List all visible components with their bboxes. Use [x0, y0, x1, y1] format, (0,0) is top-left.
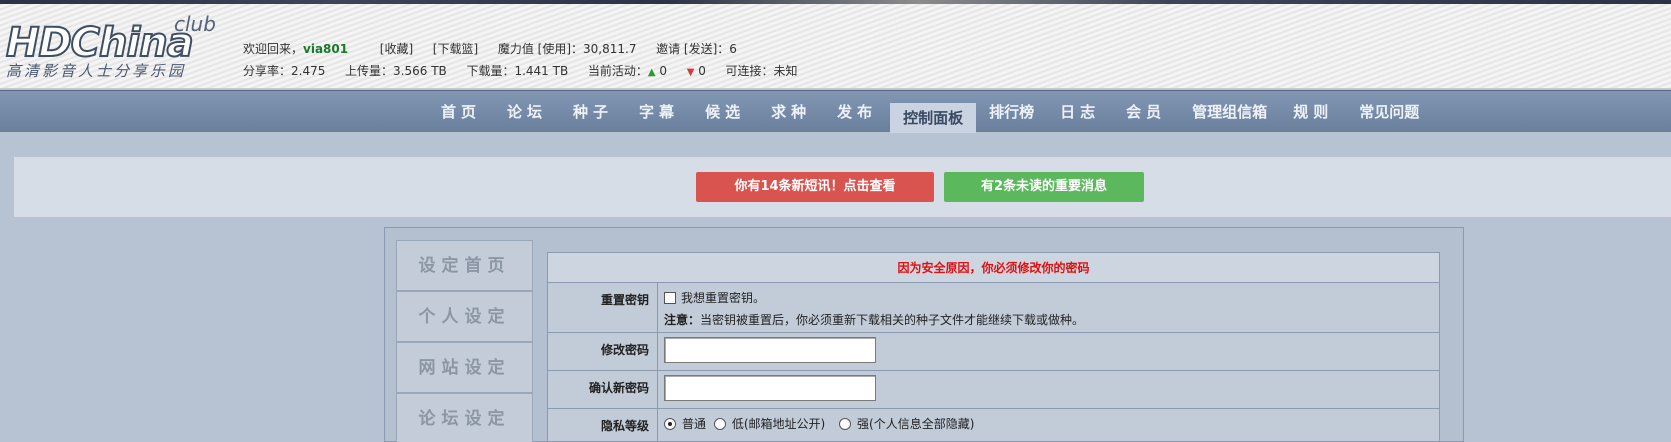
security-settings-form: 因为安全原因，你必须修改你的密码 重置密钥 我想重置密钥。 注意：当密钥被重置后… [547, 252, 1440, 442]
active-label: 当前活动： [587, 64, 648, 78]
nav-log[interactable]: 日志 [1047, 91, 1113, 133]
nav-control-panel[interactable]: 控制面板 [890, 103, 977, 133]
sidemenu-personal-settings[interactable]: 个人设定 [396, 291, 533, 342]
invite-value: 6 [729, 42, 737, 56]
new-password-input[interactable] [664, 337, 876, 363]
nav-upload[interactable]: 发布 [824, 91, 890, 133]
nav-requests[interactable]: 求种 [758, 91, 824, 133]
note-text: 当密钥被重置后，你必须重新下载相关的种子文件才能继续下载或做种。 [700, 313, 1085, 327]
control-panel: 设定首页 个人设定 网站设定 论坛设定 因为安全原因，你必须修改你的密码 重置密… [384, 227, 1464, 442]
nav-torrents[interactable]: 种子 [560, 91, 626, 133]
new-messages-button[interactable]: 你有14条新短讯！点击查看 [696, 172, 934, 202]
nav-home[interactable]: 首页 [428, 91, 494, 133]
reset-passkey-row: 重置密钥 我想重置密钥。 注意：当密钥被重置后，你必须重新下载相关的种子文件才能… [548, 283, 1439, 333]
reset-passkey-label: 重置密钥 [548, 283, 658, 332]
download-label: 下载量： [466, 64, 515, 78]
magic-label[interactable]: 魔力值 [使用]： [498, 42, 583, 56]
username-link[interactable]: via801 [303, 42, 348, 56]
confirm-password-content [658, 371, 1439, 408]
nav-rankings[interactable]: 排行榜 [976, 91, 1047, 133]
nav-forum[interactable]: 论坛 [494, 91, 560, 133]
nav-faq[interactable]: 常见问题 [1346, 91, 1432, 133]
confirm-password-label: 确认新密码 [548, 371, 658, 408]
sidemenu-forum-settings[interactable]: 论坛设定 [396, 393, 533, 442]
privacy-strong-label[interactable]: 强(个人信息全部隐藏) [857, 417, 974, 431]
notice-band: 你有14条新短讯！点击查看 有2条未读的重要消息 [14, 157, 1671, 217]
leeching-arrow-icon: ▼ [686, 67, 695, 78]
banner-strip [0, 0, 1671, 4]
leeching-count: 0 [698, 64, 706, 78]
reset-passkey-checkbox-label[interactable]: 我想重置密钥。 [681, 291, 765, 305]
logo-subtitle: 高清影音人士分享乐园 [6, 62, 187, 80]
reset-passkey-checkbox[interactable] [664, 292, 676, 304]
change-password-label: 修改密码 [548, 333, 658, 370]
favorites-link[interactable]: [收藏] [380, 42, 413, 56]
confirm-password-input[interactable] [664, 375, 876, 401]
user-stats-line: 分享率：2.475 上传量：3.566 TB 下载量：1.441 TB 当前活动… [243, 62, 798, 79]
magic-value: 30,811.7 [583, 42, 637, 56]
connectable-label: 可连接： [725, 64, 774, 78]
user-info-line: 欢迎回来，via801 [收藏] [下载篮] 魔力值 [使用]：30,811.7… [243, 40, 737, 57]
privacy-row: 隐私等级 普通 低(邮箱地址公开) 强(个人信息全部隐藏) [548, 409, 1439, 441]
logo-text: HDChina [5, 20, 195, 66]
sidemenu-site-settings[interactable]: 网站设定 [396, 342, 533, 393]
change-password-content [658, 333, 1439, 370]
confirm-password-row: 确认新密码 [548, 371, 1439, 409]
privacy-label: 隐私等级 [548, 409, 658, 441]
nav-subtitles[interactable]: 字幕 [626, 91, 692, 133]
nav-staff-mailbox[interactable]: 管理组信箱 [1179, 91, 1280, 133]
logo-club-text: club [174, 12, 216, 36]
upload-label: 上传量： [345, 64, 394, 78]
nav-candidates[interactable]: 候选 [692, 91, 758, 133]
privacy-strong-radio[interactable] [839, 418, 852, 430]
sidemenu-settings-home[interactable]: 设定首页 [396, 240, 533, 291]
nav-rules[interactable]: 规则 [1280, 91, 1346, 133]
privacy-normal-radio[interactable] [664, 418, 676, 430]
privacy-normal-label[interactable]: 普通 [682, 417, 706, 431]
site-header: HDChina club 高清影音人士分享乐园 欢迎回来，via801 [收藏]… [0, 0, 1671, 89]
seeding-count: 0 [659, 64, 668, 78]
welcome-text: 欢迎回来， [243, 42, 304, 56]
privacy-low-label[interactable]: 低(邮箱地址公开) [732, 417, 825, 431]
note-prefix: 注意： [664, 313, 701, 327]
nav-items: 首页 论坛 种子 字幕 候选 求种 发布 控制面板 排行榜 日志 会员 管理组信… [428, 91, 1432, 133]
change-password-row: 修改密码 [548, 333, 1439, 371]
privacy-low-radio[interactable] [713, 418, 726, 430]
important-messages-button[interactable]: 有2条未读的重要消息 [944, 172, 1144, 202]
download-basket-link[interactable]: [下载篮] [433, 42, 478, 56]
nav-members[interactable]: 会员 [1113, 91, 1179, 133]
seeding-arrow-icon: ▲ [647, 67, 656, 78]
settings-sidemenu: 设定首页 个人设定 网站设定 论坛设定 [396, 240, 533, 442]
invite-label[interactable]: 邀请 [发送]： [656, 42, 729, 56]
connectable-value: 未知 [773, 64, 798, 78]
reset-passkey-content: 我想重置密钥。 注意：当密钥被重置后，你必须重新下载相关的种子文件才能继续下载或… [658, 283, 1439, 332]
download-value: 1.441 TB [514, 64, 569, 78]
security-warning: 因为安全原因，你必须修改你的密码 [548, 253, 1439, 283]
main-nav: 首页 论坛 种子 字幕 候选 求种 发布 控制面板 排行榜 日志 会员 管理组信… [0, 90, 1671, 133]
privacy-options: 普通 低(邮箱地址公开) 强(个人信息全部隐藏) [658, 409, 1439, 441]
share-ratio-label: 分享率： [243, 64, 292, 78]
site-logo[interactable]: HDChina club 高清影音人士分享乐园 [5, 12, 216, 80]
upload-value: 3.566 TB [393, 64, 447, 78]
share-ratio-value: 2.475 [291, 64, 326, 78]
